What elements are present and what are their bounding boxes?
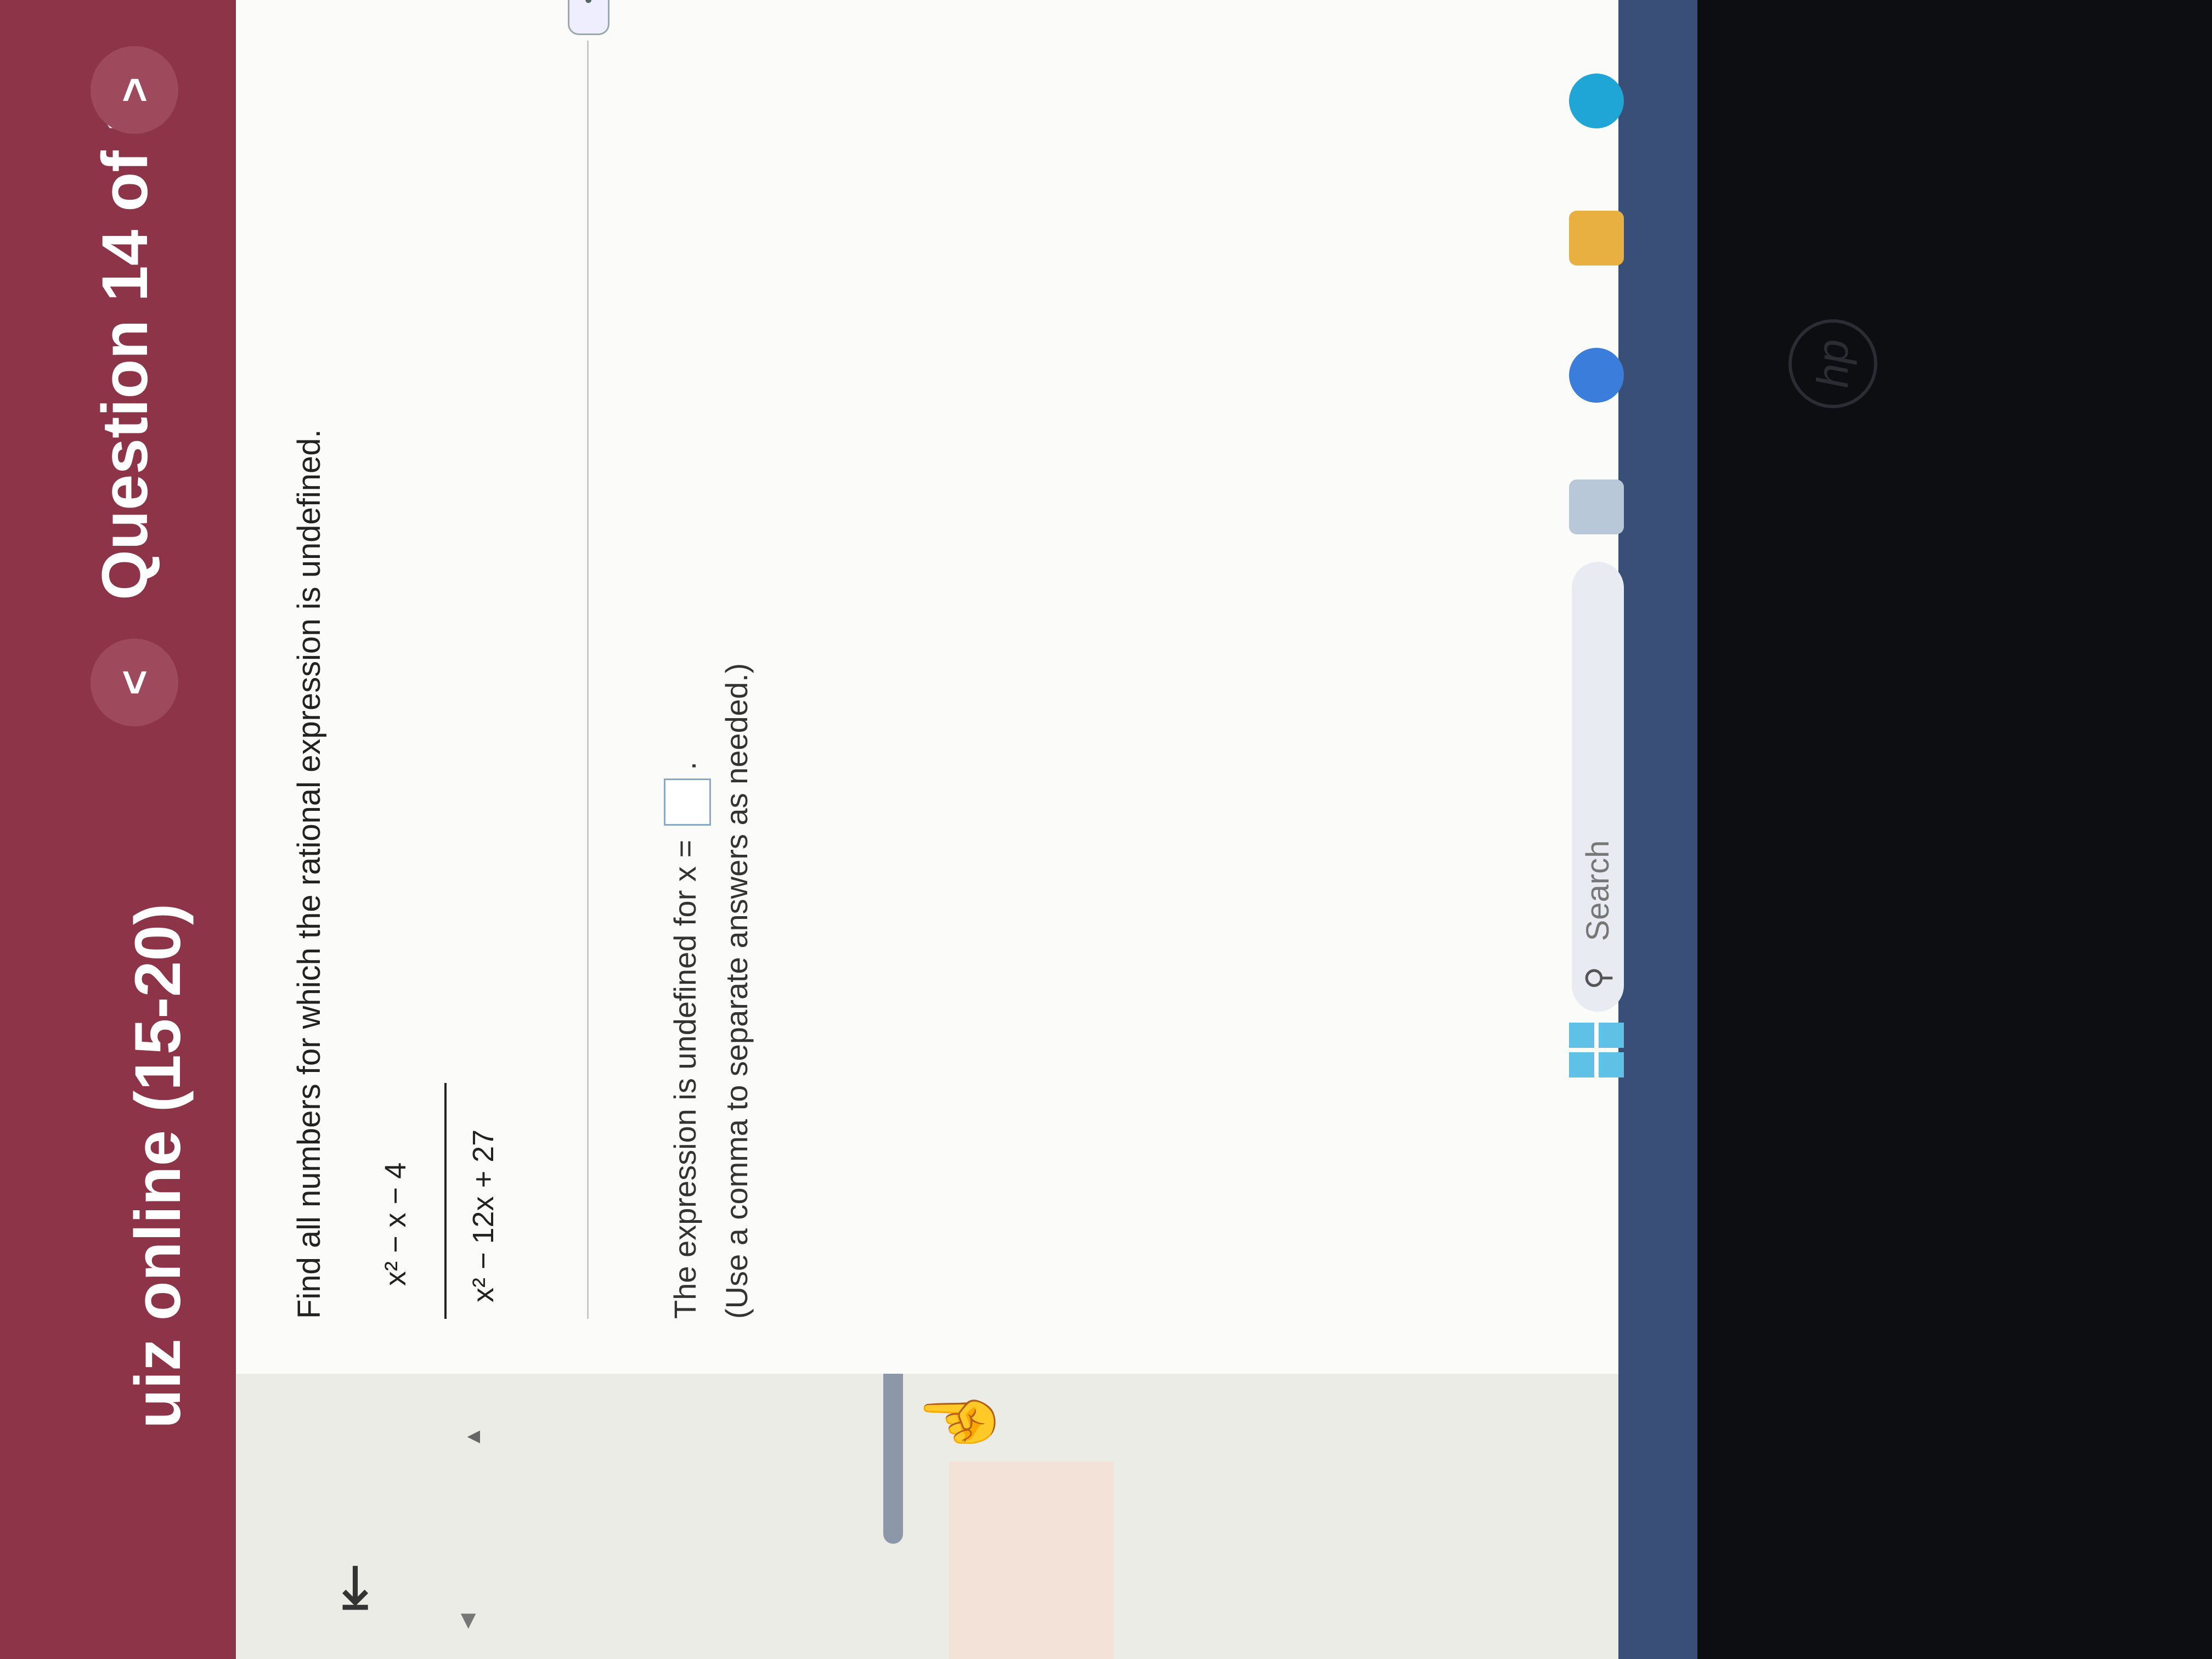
start-tile — [1569, 1052, 1594, 1077]
file-explorer-icon[interactable] — [1569, 211, 1624, 266]
search-icon: ⚲ — [1580, 966, 1616, 990]
expand-side-arrow-icon[interactable]: ◀ — [455, 1613, 478, 1629]
hand-pointer-icon: ☝ — [923, 1379, 996, 1462]
collapse-arrow-icon[interactable]: ▲ — [461, 1426, 486, 1448]
hp-logo-icon: hp — [1788, 319, 1877, 408]
denominator: x² − 12x + 27 — [467, 1129, 500, 1302]
more-options-button[interactable]: ••• — [568, 0, 610, 35]
answer-prefix: The expression is undefined for x = — [667, 839, 702, 1319]
windows-start-icon[interactable] — [1569, 1023, 1624, 1077]
taskbar — [1618, 0, 1697, 1659]
answer-period: . — [667, 761, 702, 770]
widgets-icon[interactable] — [1569, 479, 1624, 534]
answer-line: The expression is undefined for x = . — [664, 761, 711, 1319]
start-tile — [1599, 1023, 1624, 1048]
start-tile — [1599, 1052, 1624, 1077]
start-tile — [1569, 1023, 1594, 1048]
edge-browser-icon[interactable] — [1569, 74, 1624, 128]
quiz-title: uiz online (15-20) — [122, 903, 194, 1429]
side-panel — [949, 1462, 1114, 1659]
rational-expression: x² − x − 4 x² − 12x + 27 — [368, 1083, 543, 1319]
question-counter: Question 14 of 18 — [89, 60, 161, 600]
previous-question-button[interactable]: < — [91, 639, 178, 726]
next-question-button[interactable]: > — [91, 46, 178, 134]
quiz-header: uiz online (15-20) < Question 14 of 18 > — [0, 0, 236, 1659]
search-placeholder: Search — [1580, 840, 1616, 941]
question-content: ⇤ ◀ ☝ ▲ Find all numbers for which the r… — [236, 0, 1618, 1659]
answer-input[interactable] — [664, 778, 711, 826]
collapse-left-icon[interactable]: ⇤ — [320, 1555, 387, 1621]
video-chat-icon[interactable] — [1569, 348, 1624, 403]
taskbar-search-box[interactable]: ⚲ Search — [1572, 562, 1624, 1012]
side-strip: ⇤ ◀ ☝ — [236, 1291, 1618, 1659]
fraction-bar — [444, 1083, 447, 1319]
photo-stage: uiz online (15-20) < Question 14 of 18 >… — [0, 0, 2212, 1659]
screen: uiz online (15-20) < Question 14 of 18 >… — [0, 0, 1877, 1659]
answer-hint: (Use a comma to separate answers as need… — [719, 663, 754, 1319]
divider — [587, 41, 589, 1319]
question-prompt: Find all numbers for which the rational … — [291, 429, 327, 1319]
numerator: x² − x − 4 — [379, 1162, 412, 1286]
